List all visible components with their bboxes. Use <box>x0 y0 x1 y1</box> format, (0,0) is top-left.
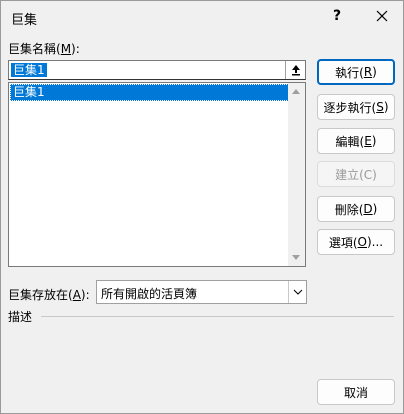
macro-dialog: 巨集 ? 巨集名稱(M): 巨集1 巨集1 執行(R) 逐步執行(S) 編輯(E… <box>0 0 404 414</box>
options-label-end: )... <box>367 235 384 249</box>
dialog-title: 巨集 <box>11 13 38 28</box>
scroll-down-icon[interactable] <box>292 255 300 260</box>
macro-name-label-text: 巨集名稱( <box>8 42 61 56</box>
description-label: 描述 <box>8 310 33 324</box>
close-icon <box>376 10 388 22</box>
edit-button[interactable]: 編輯(E) <box>317 128 395 154</box>
collapse-dialog-button[interactable] <box>285 61 305 79</box>
help-button[interactable]: ? <box>325 1 349 31</box>
macro-name-input[interactable]: 巨集1 <box>8 60 306 80</box>
delete-label: 刪除( <box>334 202 364 217</box>
macros-in-value: 所有開啟的活頁簿 <box>101 287 198 301</box>
macros-in-label-end: ): <box>80 288 90 302</box>
step-label-end: ) <box>383 100 389 114</box>
list-scrollbar[interactable] <box>288 83 305 266</box>
macros-in-label: 巨集存放在(A): <box>8 286 90 303</box>
macro-list[interactable]: 巨集1 <box>8 82 306 267</box>
edit-label: 編輯( <box>335 134 365 149</box>
run-label-end: ) <box>372 65 377 79</box>
edit-hotkey: E <box>364 134 372 148</box>
macro-name-label: 巨集名稱(M): <box>8 40 80 57</box>
step-label: 逐步執行( <box>323 100 377 115</box>
macros-in-select[interactable]: 所有開啟的活頁簿 <box>96 280 307 304</box>
delete-hotkey: D <box>363 202 373 216</box>
list-item[interactable]: 巨集1 <box>10 84 289 101</box>
step-hotkey: S <box>376 100 384 114</box>
step-into-button[interactable]: 逐步執行(S) <box>317 94 395 120</box>
delete-button[interactable]: 刪除(D) <box>317 196 395 222</box>
macros-in-label-text: 巨集存放在( <box>8 288 73 302</box>
options-button[interactable]: 選項(O)... <box>317 229 395 255</box>
close-button[interactable] <box>365 1 399 31</box>
macros-in-hotkey: A <box>72 288 81 302</box>
options-hotkey: O <box>357 235 367 249</box>
create-button: 建立(C) <box>317 161 395 187</box>
run-button[interactable]: 執行(R) <box>317 59 395 85</box>
chevron-down-icon <box>293 289 302 295</box>
run-hotkey: R <box>363 65 373 79</box>
options-label: 選項( <box>328 235 358 250</box>
run-label: 執行( <box>335 65 364 80</box>
dropdown-button[interactable] <box>288 281 306 303</box>
edit-label-end: ) <box>371 134 377 148</box>
upload-arrow-icon <box>291 65 300 76</box>
description-divider <box>41 316 394 317</box>
macro-name-hotkey: M <box>60 42 72 56</box>
scroll-up-icon[interactable] <box>292 89 300 94</box>
macro-name-label-end: ): <box>71 42 80 56</box>
delete-label-end: ) <box>372 202 378 216</box>
macro-name-value: 巨集1 <box>11 63 47 77</box>
cancel-button[interactable]: 取消 <box>317 379 395 405</box>
